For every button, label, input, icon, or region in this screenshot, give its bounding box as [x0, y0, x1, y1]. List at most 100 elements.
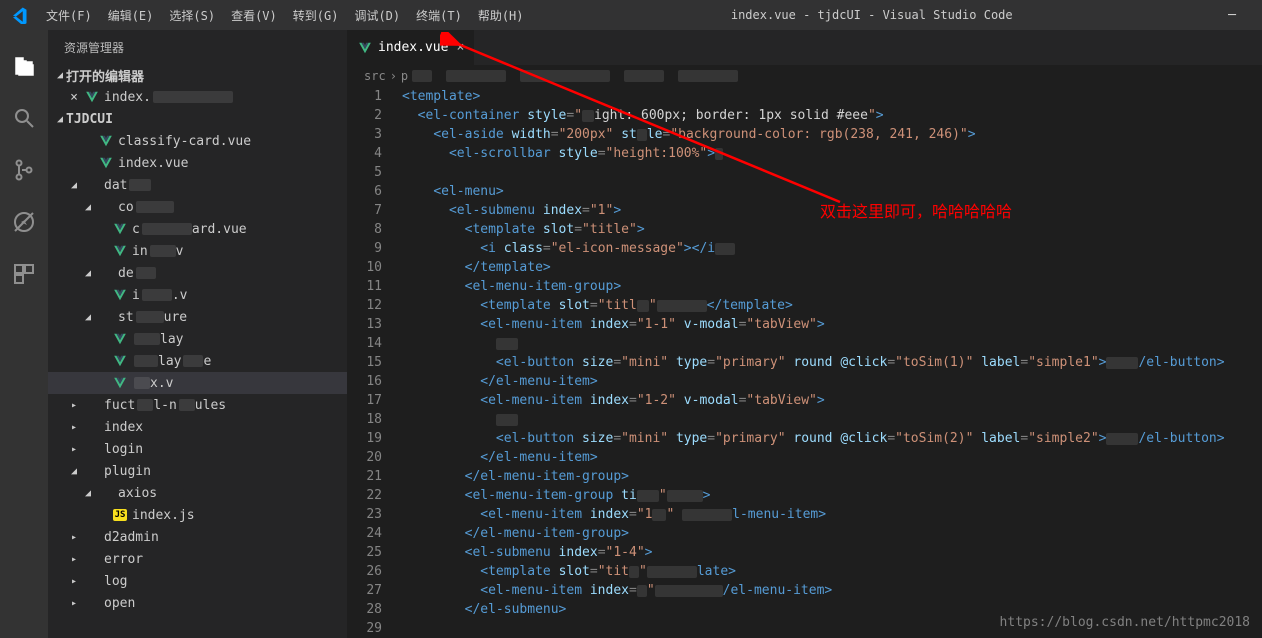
chevron-icon: ◢ — [82, 268, 94, 279]
chevron-icon: ▸ — [68, 400, 80, 411]
tree-file[interactable]: lay — [48, 328, 347, 350]
line-number: 19 — [348, 429, 382, 448]
tree-folder[interactable]: ◢co — [48, 196, 347, 218]
code-line[interactable]: </el-menu-item-group> — [402, 524, 1262, 543]
search-icon[interactable] — [12, 106, 36, 130]
tab-index-vue[interactable]: index.vue × — [348, 30, 475, 65]
tree-file[interactable]: i.v — [48, 284, 347, 306]
menu-item[interactable]: 编辑(E) — [100, 7, 162, 24]
line-number: 12 — [348, 296, 382, 315]
code-line[interactable]: <el-button size="mini" type="primary" ro… — [402, 429, 1262, 448]
blurred-text — [520, 70, 610, 82]
extensions-icon[interactable] — [12, 262, 36, 286]
line-number: 13 — [348, 315, 382, 334]
code-line[interactable]: <template> — [402, 87, 1262, 106]
tree-file[interactable]: JSindex.js — [48, 504, 347, 526]
line-number: 21 — [348, 467, 382, 486]
menu-item[interactable]: 调试(D) — [346, 7, 408, 24]
code-line[interactable]: <el-menu-item index="1-1" v-modal="tabVi… — [402, 315, 1262, 334]
minimize-button[interactable]: ─ — [1212, 8, 1252, 23]
code-line[interactable]: <el-submenu index="1-4"> — [402, 543, 1262, 562]
code-editor[interactable]: 1234567891011121314151617181920212223242… — [348, 87, 1262, 638]
close-icon[interactable]: × — [456, 40, 464, 55]
line-number: 18 — [348, 410, 382, 429]
line-number: 14 — [348, 334, 382, 353]
code-line[interactable] — [402, 334, 1262, 353]
menu-item[interactable]: 终端(T) — [408, 7, 470, 24]
tree-folder[interactable]: ◢de — [48, 262, 347, 284]
tree-folder[interactable]: ◢axios — [48, 482, 347, 504]
code-line[interactable]: <el-menu-item index="1-2" v-modal="tabVi… — [402, 391, 1262, 410]
tree-folder[interactable]: ▸index — [48, 416, 347, 438]
tree-file[interactable]: laye — [48, 350, 347, 372]
code-line[interactable]: <template slot="tit"late> — [402, 562, 1262, 581]
code-line[interactable]: </el-menu-item> — [402, 448, 1262, 467]
code-line[interactable]: <el-container style="ight: 600px; border… — [402, 106, 1262, 125]
tree-folder[interactable]: ◢sture — [48, 306, 347, 328]
breadcrumb-item[interactable]: src — [364, 69, 386, 83]
code-line[interactable] — [402, 163, 1262, 182]
tree-folder[interactable]: ▸log — [48, 570, 347, 592]
code-line[interactable]: <el-menu-item index="1" l-menu-item> — [402, 505, 1262, 524]
explorer-icon[interactable] — [12, 54, 36, 78]
tree-section[interactable]: ◢TJDCUI — [48, 108, 347, 130]
code-line[interactable]: <i class="el-icon-message"></i — [402, 239, 1262, 258]
code-line[interactable]: <el-menu-item-group> — [402, 277, 1262, 296]
tree-folder[interactable]: ▸error — [48, 548, 347, 570]
tree-label: st — [118, 310, 134, 325]
menu-item[interactable]: 转到(G) — [285, 7, 347, 24]
tree-file[interactable]: ×index. — [48, 86, 347, 108]
chevron-icon: ◢ — [54, 70, 66, 81]
breadcrumb[interactable]: src › p — [348, 65, 1262, 87]
tree-folder[interactable]: ◢plugin — [48, 460, 347, 482]
tree-file[interactable]: x.v — [48, 372, 347, 394]
line-number: 23 — [348, 505, 382, 524]
code-line[interactable]: <template slot="title"> — [402, 220, 1262, 239]
source-control-icon[interactable] — [12, 158, 36, 182]
menu-item[interactable]: 查看(V) — [223, 7, 285, 24]
line-number: 26 — [348, 562, 382, 581]
code-line[interactable]: <el-menu> — [402, 182, 1262, 201]
vue-file-icon — [112, 353, 128, 369]
menu-item[interactable]: 帮助(H) — [470, 7, 532, 24]
tree-label: error — [104, 552, 143, 567]
tree-label: in — [132, 244, 148, 259]
code-line[interactable]: </el-menu-item-group> — [402, 467, 1262, 486]
debug-icon[interactable] — [12, 210, 36, 234]
code-line[interactable]: <el-scrollbar style="height:100%"> — [402, 144, 1262, 163]
tree-file[interactable]: inv — [48, 240, 347, 262]
tree-folder[interactable]: ▸d2admin — [48, 526, 347, 548]
menu-item[interactable]: 文件(F) — [38, 7, 100, 24]
tree-folder[interactable]: ▸open — [48, 592, 347, 614]
tree-section[interactable]: ◢打开的编辑器 — [48, 64, 347, 86]
tree-file[interactable]: card.vue — [48, 218, 347, 240]
line-number: 22 — [348, 486, 382, 505]
line-number: 4 — [348, 144, 382, 163]
code-line[interactable] — [402, 410, 1262, 429]
tree-folder[interactable]: ◢dat — [48, 174, 347, 196]
code-line[interactable]: <el-menu-item index="/el-menu-item> — [402, 581, 1262, 600]
tree-label: open — [104, 596, 135, 611]
code-line[interactable]: </template> — [402, 258, 1262, 277]
tree-file[interactable]: index.vue — [48, 152, 347, 174]
code-line[interactable]: <el-button size="mini" type="primary" ro… — [402, 353, 1262, 372]
tree-folder[interactable]: ▸fuctl-nules — [48, 394, 347, 416]
menu-item[interactable]: 选择(S) — [161, 7, 223, 24]
line-number: 10 — [348, 258, 382, 277]
code-line[interactable]: <el-submenu index="1"> — [402, 201, 1262, 220]
tree-label: index — [104, 420, 143, 435]
line-number: 15 — [348, 353, 382, 372]
tree-file[interactable]: classify-card.vue — [48, 130, 347, 152]
code-line[interactable]: <el-aside width="200px" stle="background… — [402, 125, 1262, 144]
tree-folder[interactable]: ▸login — [48, 438, 347, 460]
code-line[interactable]: <template slot="titl"</template> — [402, 296, 1262, 315]
line-number: 17 — [348, 391, 382, 410]
line-number: 20 — [348, 448, 382, 467]
close-icon[interactable]: × — [68, 90, 80, 105]
code-content[interactable]: <template> <el-container style="ight: 60… — [396, 87, 1262, 638]
chevron-icon: ◢ — [68, 466, 80, 477]
line-number: 25 — [348, 543, 382, 562]
code-line[interactable]: </el-menu-item> — [402, 372, 1262, 391]
code-line[interactable]: <el-menu-item-group ti"> — [402, 486, 1262, 505]
breadcrumb-item[interactable]: p — [401, 69, 408, 83]
